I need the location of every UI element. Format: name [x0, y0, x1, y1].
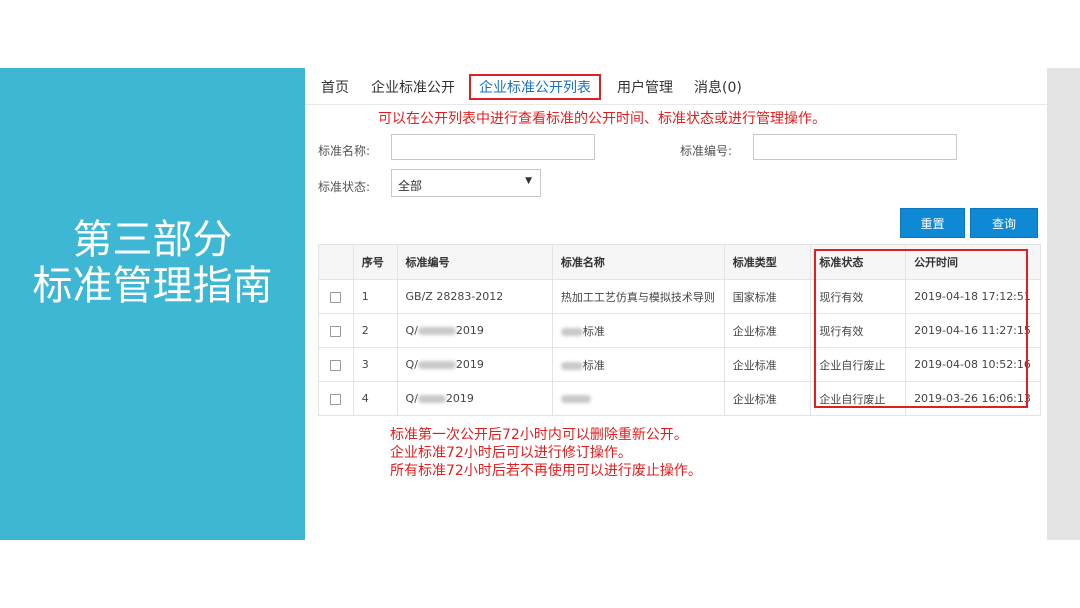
header-status: 标准状态 [810, 244, 907, 280]
header-type: 标准类型 [723, 244, 812, 280]
row-time: 2019-04-16 11:27:15 [905, 313, 1041, 348]
row-code: Q/2019 [396, 313, 553, 348]
redacted-blur [417, 361, 456, 369]
code-suffix: 2019 [455, 358, 484, 371]
row-code: GB/Z 28283-2012 [396, 279, 553, 314]
name-suffix: 标准 [582, 358, 605, 372]
standard-status-value: 全部 [398, 179, 423, 193]
row-name [551, 381, 725, 416]
annotation-line: 标准第一次公开后72小时内可以删除重新公开。 [390, 427, 688, 443]
table-row[interactable]: 3 Q/2019 标准 企业标准 企业自行废止 2019-04-08 10:52… [318, 347, 1041, 382]
right-margin-strip [1047, 68, 1080, 540]
row-type: 企业标准 [723, 381, 812, 416]
row-time: 2019-03-26 16:06:13 [905, 381, 1041, 416]
row-no: 1 [352, 279, 398, 314]
code-prefix: Q/ [405, 358, 418, 371]
row-checkbox[interactable] [330, 325, 342, 337]
code-suffix: 2019 [445, 392, 474, 405]
row-name: 热加工工艺仿真与模拟技术导则 [551, 279, 725, 314]
header-no: 序号 [352, 244, 398, 280]
row-status: 现行有效 [810, 313, 907, 348]
section-subtitle: 标准管理指南 [32, 263, 273, 309]
standard-code-input[interactable] [753, 134, 957, 160]
table-row[interactable]: 2 Q/2019 标准 企业标准 现行有效 2019-04-16 11:27:1… [318, 313, 1041, 348]
standard-code-label: 标准编号: [680, 144, 733, 158]
nav-user-management[interactable]: 用户管理 [617, 77, 673, 97]
section-title: 第三部分 [72, 217, 233, 263]
annotation-line: 所有标准72小时后若不再使用可以进行废止操作。 [390, 463, 702, 479]
row-name: 标准 [551, 347, 725, 382]
row-status: 企业自行废止 [810, 381, 907, 416]
table-row[interactable]: 1 GB/Z 28283-2012 热加工工艺仿真与模拟技术导则 国家标准 现行… [318, 279, 1041, 314]
row-time: 2019-04-08 10:52:16 [905, 347, 1041, 382]
row-no: 2 [352, 313, 398, 348]
nav-messages[interactable]: 消息(0) [694, 77, 742, 97]
header-time: 公开时间 [905, 244, 1041, 280]
standard-status-label: 标准状态: [318, 180, 371, 194]
dropdown-arrow-icon: ▼ [525, 176, 532, 186]
standard-list-table: 序号 标准编号 标准名称 标准类型 标准状态 公开时间 1 GB/Z 28283… [318, 244, 1041, 416]
header-checkbox-cell [318, 244, 354, 280]
nav-standard-public-list[interactable]: 企业标准公开列表 [469, 74, 601, 100]
redacted-blur [417, 327, 456, 335]
redacted-blur [417, 395, 446, 403]
query-button[interactable]: 查询 [970, 208, 1038, 238]
annotation-line: 企业标准72小时后可以进行修订操作。 [390, 445, 632, 461]
row-status: 现行有效 [810, 279, 907, 314]
reset-button[interactable]: 重置 [900, 208, 965, 238]
code-prefix: Q/ [405, 324, 418, 337]
screenshot-panel: 首页 企业标准公开 企业标准公开列表 用户管理 消息(0) 可以在公开列表中进行… [305, 68, 1047, 540]
row-type: 企业标准 [723, 313, 812, 348]
header-code: 标准编号 [396, 244, 553, 280]
nav-home[interactable]: 首页 [321, 77, 349, 97]
table-row[interactable]: 4 Q/2019 企业标准 企业自行废止 2019-03-26 16:06:13 [318, 381, 1041, 416]
nav-standard-publish[interactable]: 企业标准公开 [371, 77, 455, 97]
header-name: 标准名称 [551, 244, 725, 280]
row-code: Q/2019 [396, 381, 553, 416]
bottom-annotations: 标准第一次公开后72小时内可以删除重新公开。 企业标准72小时后可以进行修订操作… [390, 426, 702, 480]
table-header-row: 序号 标准编号 标准名称 标准类型 标准状态 公开时间 [318, 244, 1041, 280]
row-code: Q/2019 [396, 347, 553, 382]
redacted-blur [560, 395, 591, 403]
row-time: 2019-04-18 17:12:51 [905, 279, 1041, 314]
top-annotation: 可以在公开列表中进行查看标准的公开时间、标准状态或进行管理操作。 [378, 111, 826, 127]
row-checkbox[interactable] [330, 359, 342, 371]
name-suffix: 标准 [582, 324, 605, 338]
top-nav: 首页 企业标准公开 企业标准公开列表 用户管理 消息(0) [305, 68, 1047, 105]
standard-name-input[interactable] [391, 134, 595, 160]
standard-status-select[interactable]: 全部 ▼ [391, 169, 541, 197]
code-prefix: Q/ [405, 392, 418, 405]
row-checkbox[interactable] [330, 291, 342, 303]
redacted-blur [560, 327, 583, 336]
row-type: 国家标准 [723, 279, 812, 314]
redacted-blur [560, 361, 583, 370]
row-status: 企业自行废止 [810, 347, 907, 382]
code-suffix: 2019 [455, 324, 484, 337]
row-no: 3 [352, 347, 398, 382]
row-checkbox[interactable] [330, 393, 342, 405]
standard-name-label: 标准名称: [318, 144, 371, 158]
row-type: 企业标准 [723, 347, 812, 382]
row-name: 标准 [551, 313, 725, 348]
row-no: 4 [352, 381, 398, 416]
